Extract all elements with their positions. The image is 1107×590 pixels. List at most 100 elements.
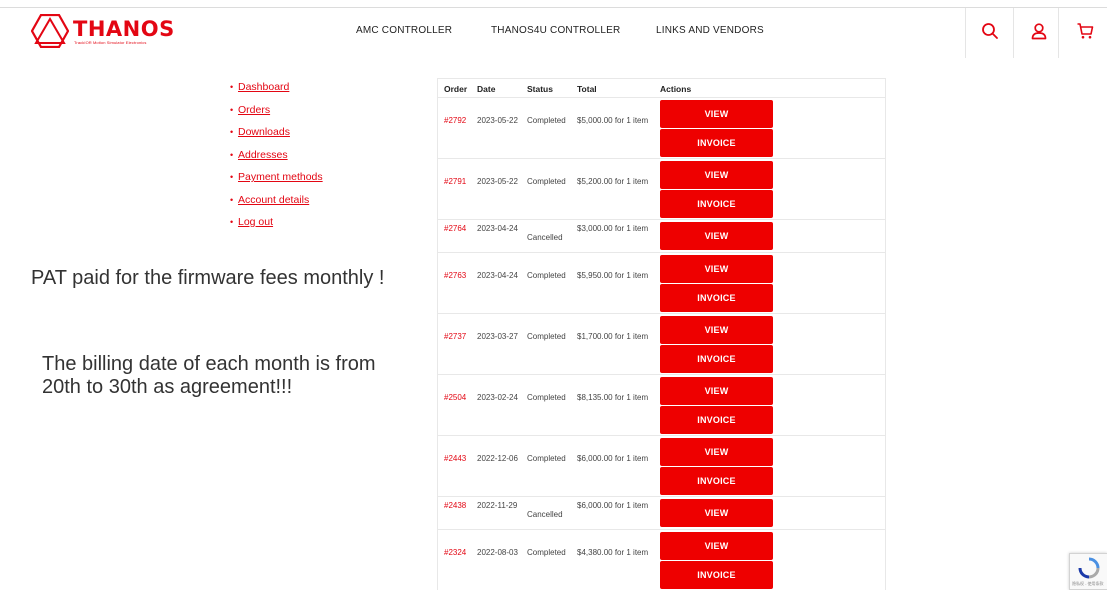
table-row: #2324 2022-08-03 Completed $4,380.00 for 1 … bbox=[438, 530, 885, 590]
order-actions: VIEW INVOICE bbox=[660, 100, 773, 157]
invoice-button[interactable]: INVOICE bbox=[660, 561, 773, 589]
recaptcha-terms[interactable]: 隐私权 - 使用条款 bbox=[1072, 581, 1104, 587]
invoice-button[interactable]: INVOICE bbox=[660, 345, 773, 373]
header-divider bbox=[1013, 8, 1014, 58]
annotation-firmware-fees: PAT paid for the firmware fees monthly ! bbox=[31, 267, 385, 289]
order-date: 2023-05-22 bbox=[477, 116, 518, 125]
order-number-link[interactable]: #2763 bbox=[444, 270, 470, 282]
order-number-link[interactable]: #2504 bbox=[444, 392, 470, 404]
order-status: Completed bbox=[527, 548, 566, 557]
order-status: Completed bbox=[527, 332, 566, 341]
annotation-billing-date: The billing date of each month is from 2… bbox=[42, 353, 376, 398]
log-out-link[interactable]: Log out bbox=[238, 215, 273, 229]
logo-wordmark: THANOS bbox=[73, 17, 175, 41]
orders-link[interactable]: Orders bbox=[238, 103, 270, 117]
dashboard-link[interactable]: Dashboard bbox=[238, 80, 289, 94]
order-date: 2023-05-22 bbox=[477, 177, 518, 186]
cart-icon[interactable] bbox=[1074, 20, 1096, 42]
account-details-link[interactable]: Account details bbox=[238, 193, 309, 207]
recaptcha-badge[interactable]: 隐私权 - 使用条款 bbox=[1069, 553, 1107, 590]
view-button[interactable]: VIEW bbox=[660, 499, 773, 527]
nav-links-and-vendors[interactable]: LINKS AND VENDORS bbox=[656, 25, 764, 36]
sidebar-item-dashboard: • Dashboard bbox=[230, 80, 323, 103]
bullet-icon: • bbox=[230, 149, 234, 160]
order-number-link[interactable]: #2324 bbox=[444, 547, 470, 559]
site-header: THANOS TrackIOR Motion Simulator Electro… bbox=[0, 8, 1107, 58]
invoice-button[interactable]: INVOICE bbox=[660, 467, 773, 495]
addresses-link[interactable]: Addresses bbox=[238, 148, 288, 162]
orders-table: Order Date Status Total Actions #2792 202… bbox=[437, 78, 886, 590]
order-actions: VIEW INVOICE bbox=[660, 532, 773, 589]
order-status: Cancelled bbox=[527, 510, 563, 519]
invoice-button[interactable]: INVOICE bbox=[660, 284, 773, 312]
order-total: $3,000.00 for 1 item bbox=[577, 224, 649, 233]
order-actions: VIEW INVOICE bbox=[660, 377, 773, 434]
bullet-icon: • bbox=[230, 194, 234, 205]
view-button[interactable]: VIEW bbox=[660, 532, 773, 560]
order-actions: VIEW INVOICE bbox=[660, 438, 773, 495]
order-actions: VIEW bbox=[660, 222, 773, 250]
user-icon[interactable] bbox=[1028, 20, 1050, 42]
view-button[interactable]: VIEW bbox=[660, 222, 773, 250]
order-date: 2023-04-24 bbox=[477, 271, 518, 280]
order-total: $1,700.00 for 1 item bbox=[577, 332, 649, 341]
order-total: $8,135.00 for 1 item bbox=[577, 393, 649, 402]
bullet-icon: • bbox=[230, 127, 234, 137]
invoice-button[interactable]: INVOICE bbox=[660, 129, 773, 157]
downloads-link[interactable]: Downloads bbox=[238, 125, 290, 139]
invoice-button[interactable]: INVOICE bbox=[660, 190, 773, 218]
order-status: Completed bbox=[527, 454, 566, 463]
order-number-link[interactable]: #2443 bbox=[444, 453, 470, 465]
column-header-order: Order bbox=[444, 84, 468, 94]
sidebar-item-downloads: • Downloads bbox=[230, 125, 323, 148]
column-header-date: Date bbox=[477, 84, 496, 94]
nav-thanos4u-controller[interactable]: THANOS4U CONTROLLER bbox=[491, 25, 620, 36]
bullet-icon: • bbox=[230, 217, 234, 227]
order-status: Completed bbox=[527, 116, 566, 125]
order-total: $5,950.00 for 1 item bbox=[577, 271, 649, 280]
sidebar-item-log-out: • Log out bbox=[230, 215, 323, 238]
order-actions: VIEW INVOICE bbox=[660, 316, 773, 373]
logo-tagline: TrackIOR Motion Simulator Electronics bbox=[74, 40, 147, 45]
table-row: #2764 2023-04-24 Cancelled $3,000.00 for 1 … bbox=[438, 220, 885, 253]
bullet-icon: • bbox=[230, 82, 234, 92]
column-header-total: Total bbox=[577, 84, 597, 94]
order-status: Completed bbox=[527, 177, 566, 186]
order-number-link[interactable]: #2737 bbox=[444, 331, 470, 343]
view-button[interactable]: VIEW bbox=[660, 377, 773, 405]
order-number-link[interactable]: #2764 bbox=[444, 223, 470, 235]
order-actions: VIEW bbox=[660, 499, 773, 527]
table-row: #2737 2023-03-27 Completed $1,700.00 for 1 … bbox=[438, 314, 885, 375]
hexagon-logo-icon bbox=[31, 14, 69, 48]
invoice-button[interactable]: INVOICE bbox=[660, 406, 773, 434]
recaptcha-icon bbox=[1078, 557, 1100, 579]
view-button[interactable]: VIEW bbox=[660, 316, 773, 344]
order-actions: VIEW INVOICE bbox=[660, 255, 773, 312]
order-total: $5,200.00 for 1 item bbox=[577, 177, 649, 186]
bullet-icon: • bbox=[230, 104, 234, 115]
nav-amc-controller[interactable]: AMC CONTROLLER bbox=[356, 25, 452, 36]
table-row: #2504 2023-02-24 Completed $8,135.00 for 1 … bbox=[438, 375, 885, 436]
sidebar-item-payment-methods: • Payment methods bbox=[230, 170, 323, 193]
view-button[interactable]: VIEW bbox=[660, 161, 773, 189]
table-body: #2792 2023-05-22 Completed $5,000.00 for 1 … bbox=[438, 98, 885, 590]
view-button[interactable]: VIEW bbox=[660, 100, 773, 128]
order-total: $4,380.00 for 1 item bbox=[577, 548, 649, 557]
thanos-logo[interactable]: THANOS TrackIOR Motion Simulator Electro… bbox=[31, 14, 176, 50]
sidebar-item-addresses: • Addresses bbox=[230, 148, 323, 171]
header-divider bbox=[965, 8, 966, 58]
view-button[interactable]: VIEW bbox=[660, 438, 773, 466]
order-status: Completed bbox=[527, 393, 566, 402]
order-number-link[interactable]: #2438 bbox=[444, 500, 470, 512]
order-date: 2023-04-24 bbox=[477, 224, 518, 233]
search-icon[interactable] bbox=[979, 20, 1001, 42]
order-number-link[interactable]: #2792 bbox=[444, 115, 470, 127]
view-button[interactable]: VIEW bbox=[660, 255, 773, 283]
sidebar-item-orders: • Orders bbox=[230, 103, 323, 126]
table-row: #2438 2022-11-29 Cancelled $6,000.00 for 1 … bbox=[438, 497, 885, 530]
order-number-link[interactable]: #2791 bbox=[444, 176, 470, 188]
order-date: 2023-02-24 bbox=[477, 393, 518, 402]
payment-methods-link[interactable]: Payment methods bbox=[238, 170, 323, 184]
header-divider bbox=[1058, 8, 1059, 58]
table-row: #2791 2023-05-22 Completed $5,200.00 for 1 … bbox=[438, 159, 885, 220]
